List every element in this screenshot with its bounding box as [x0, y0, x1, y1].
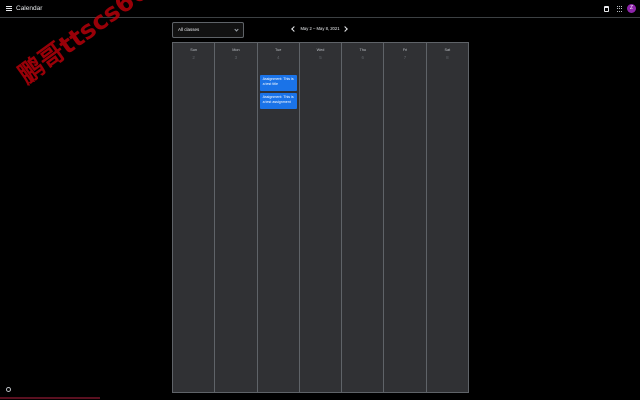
event-card[interactable]: Assignment: This is a test title: [259, 75, 297, 91]
event-card[interactable]: Assignment: This is a test assignment: [259, 93, 297, 109]
next-week-icon[interactable]: [342, 26, 348, 32]
day-name: Sat: [444, 48, 451, 52]
day-name: Wed: [316, 48, 325, 52]
day-number: 5: [319, 55, 322, 60]
chevron-down-icon: [234, 27, 239, 32]
day-number: 3: [234, 55, 238, 60]
day-number: 2: [192, 55, 195, 60]
day-name: Tue: [275, 48, 282, 52]
day-column-thu[interactable]: Thu 6: [342, 43, 385, 392]
day-name: Fri: [402, 48, 408, 52]
calendar-icon[interactable]: [604, 6, 609, 12]
day-column-tue[interactable]: Tue 4 Assignment: This is a test title A…: [258, 43, 300, 392]
day-column-fri[interactable]: Fri 7: [384, 43, 427, 392]
day-number: 4: [276, 55, 280, 60]
day-name: Thu: [359, 48, 367, 52]
day-name: Mon: [232, 48, 240, 52]
date-range: May 2 – May 8, 2021: [300, 26, 340, 31]
day-number: 8: [446, 55, 449, 60]
day-number: 6: [361, 55, 365, 60]
bottom-bar: [0, 397, 100, 399]
day-column-sat[interactable]: Sat 8: [427, 43, 468, 392]
apps-grid-icon[interactable]: [617, 6, 623, 12]
week-grid: Sun 2 Mon 3 Tue 4 Assignment: This is a …: [172, 42, 469, 393]
settings-icon[interactable]: [6, 387, 11, 392]
class-filter-value: All classes: [178, 27, 200, 32]
day-name: Sun: [190, 48, 198, 52]
avatar[interactable]: Z: [627, 4, 636, 13]
day-column-mon[interactable]: Mon 3: [215, 43, 258, 392]
prev-week-icon[interactable]: [291, 26, 297, 32]
app-title: Calendar: [16, 5, 43, 12]
day-column-wed[interactable]: Wed 5: [300, 43, 343, 392]
day-column-sun[interactable]: Sun 2: [173, 43, 216, 392]
day-number: 7: [403, 55, 407, 60]
menu-icon[interactable]: [6, 6, 12, 11]
class-filter-select[interactable]: All classes: [172, 22, 244, 38]
